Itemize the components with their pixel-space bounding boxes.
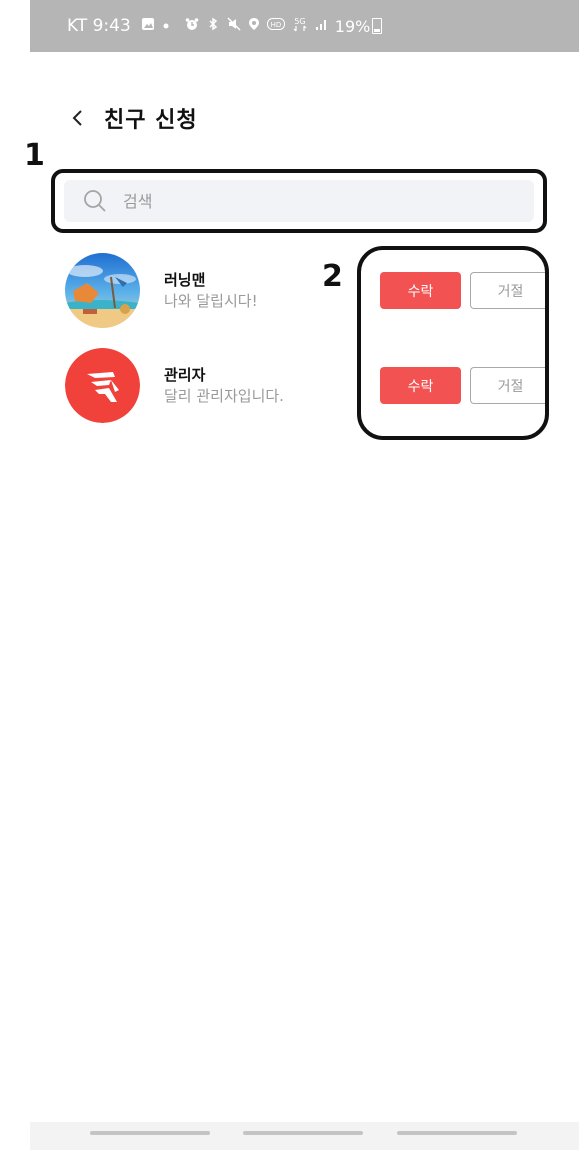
5g-icon: 5G [292,16,308,36]
search-input[interactable] [121,190,505,212]
nav-recent-button[interactable] [90,1131,210,1135]
friend-name: 관리자 [164,365,206,384]
friend-name: 러닝맨 [164,270,206,289]
battery-percent: 19% [334,16,371,36]
mute-icon [227,17,241,35]
battery-icon [372,18,383,34]
status-icons: HD 5G [141,16,329,36]
search-highlight-box [51,169,547,233]
friend-status-message: 달리 관리자입니다. [164,386,284,405]
nav-home-button[interactable] [243,1131,363,1135]
location-icon [248,17,260,35]
annotation-label-1: 1 [24,138,45,173]
accept-button[interactable]: 수락 [380,367,461,404]
reject-button[interactable]: 거절 [470,272,545,309]
friend-info: 러닝맨 나와 달립시다! [164,270,258,312]
bluetooth-icon [206,17,220,35]
page-title: 친구 신청 [104,108,198,133]
alarm-icon [185,17,199,35]
dot-icon [162,18,170,34]
status-time: KT 9:43 [67,16,131,36]
friend-request-row: 관리자 달리 관리자입니다. [65,348,284,423]
avatar [65,348,140,423]
friend-request-row: 러닝맨 나와 달립시다! [65,253,258,328]
action-buttons-highlight-box: 수락 거절 수락 거절 [357,246,549,440]
svg-text:5G: 5G [294,17,305,26]
avatar [65,253,140,328]
search-bar[interactable] [64,180,534,222]
gallery-icon [141,17,155,35]
status-bar: KT 9:43 HD 5G 19% [30,0,579,52]
accept-button[interactable]: 수락 [380,272,461,309]
friend-info: 관리자 달리 관리자입니다. [164,365,284,407]
friend-status-message: 나와 달립시다! [164,291,258,310]
reject-button[interactable]: 거절 [470,367,545,404]
svg-text:HD: HD [270,21,281,29]
signal-icon [315,18,329,34]
search-icon [83,189,107,213]
back-icon[interactable] [66,107,88,129]
annotation-label-2: 2 [322,259,343,294]
hd-icon: HD [266,18,285,34]
header: 친구 신청 [66,102,198,134]
system-nav-bar [30,1122,579,1150]
nav-back-button[interactable] [397,1131,517,1135]
